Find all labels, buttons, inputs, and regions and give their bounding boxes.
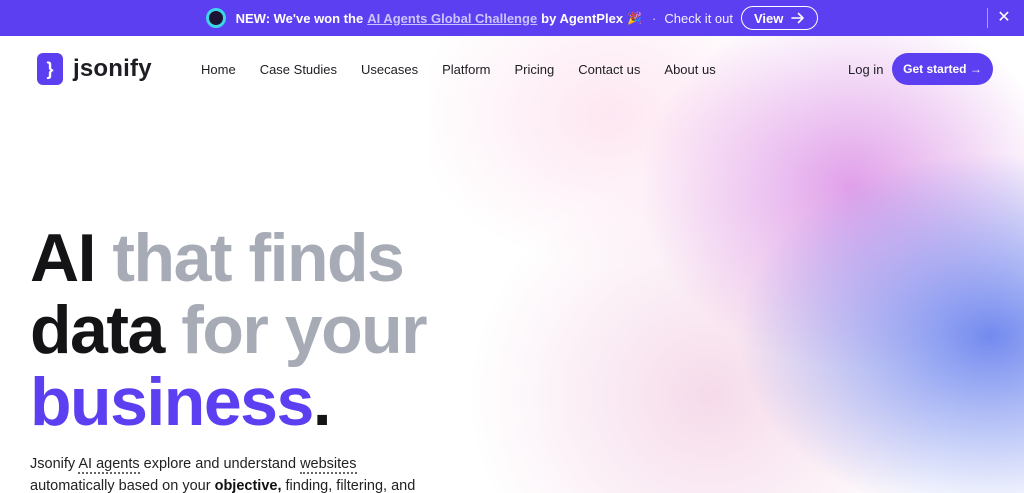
check-it-out-text: Check it out (664, 10, 733, 26)
subtext-finding: finding, filtering, and (285, 478, 416, 493)
subtext-explore: explore and understand (143, 456, 297, 472)
login-link[interactable]: Log in (848, 62, 883, 77)
hero-subtext: Jsonify AI agents explore and understand… (30, 453, 430, 493)
announcement-bar: NEW: We've won the AI Agents Global Chal… (0, 0, 1024, 36)
subtext-based-on: automatically based on your (30, 478, 211, 493)
party-icon: 🎉 (627, 11, 642, 25)
nav-link-pricing[interactable]: Pricing (515, 62, 555, 77)
get-started-button[interactable]: Get started → (892, 53, 993, 85)
separator-dot: · (652, 10, 657, 26)
nav-links: Home Case Studies Usecases Platform Pric… (201, 62, 740, 77)
close-icon[interactable]: ✕ (994, 7, 1014, 27)
nav-link-platform[interactable]: Platform (442, 62, 490, 77)
award-badge-icon (205, 8, 226, 28)
nav-link-contact[interactable]: Contact us (578, 62, 640, 77)
nav-link-usecases[interactable]: Usecases (361, 62, 418, 77)
hero-words-that-finds: that finds (112, 220, 404, 296)
page: NEW: We've won the AI Agents Global Chal… (0, 0, 1024, 493)
hero-line-3: business. (30, 366, 426, 438)
view-button-label: View (754, 10, 784, 26)
hero-word-business: business (30, 364, 314, 440)
hero-line-2: data for your (30, 292, 428, 368)
announcement-prefix: NEW: We've won the (235, 10, 364, 26)
hero-heading: AI that finds data for your business. (30, 222, 428, 438)
subtext-jsonify: Jsonify (30, 456, 76, 472)
brand-name: jsonify (73, 55, 152, 82)
announcement-suffix: by AgentPlex (541, 10, 624, 26)
announcement-divider (987, 8, 988, 28)
nav-link-about[interactable]: About us (664, 62, 715, 77)
hero-period: . (312, 364, 332, 440)
logo-mark-icon: } (37, 53, 63, 85)
brand-logo[interactable]: } jsonify (37, 53, 152, 85)
subtext-websites: websites (300, 456, 357, 474)
top-nav: } jsonify Home Case Studies Usecases Pla… (0, 36, 1024, 104)
nav-link-home[interactable]: Home (201, 62, 236, 77)
hero-word-ai: AI (30, 220, 97, 296)
arrow-right-icon (791, 12, 805, 24)
subtext-ai-agents: AI agents (78, 456, 140, 474)
challenge-link[interactable]: AI Agents Global Challenge (367, 11, 537, 26)
hero-word-data: data (30, 292, 165, 368)
subtext-objective: objective, (214, 478, 282, 493)
hero-line-1: AI that finds (30, 222, 426, 294)
gradient-background (430, 36, 1024, 493)
nav-link-case-studies[interactable]: Case Studies (260, 62, 337, 77)
view-button[interactable]: View (741, 6, 819, 30)
hero-words-for-your: for your (181, 292, 427, 368)
